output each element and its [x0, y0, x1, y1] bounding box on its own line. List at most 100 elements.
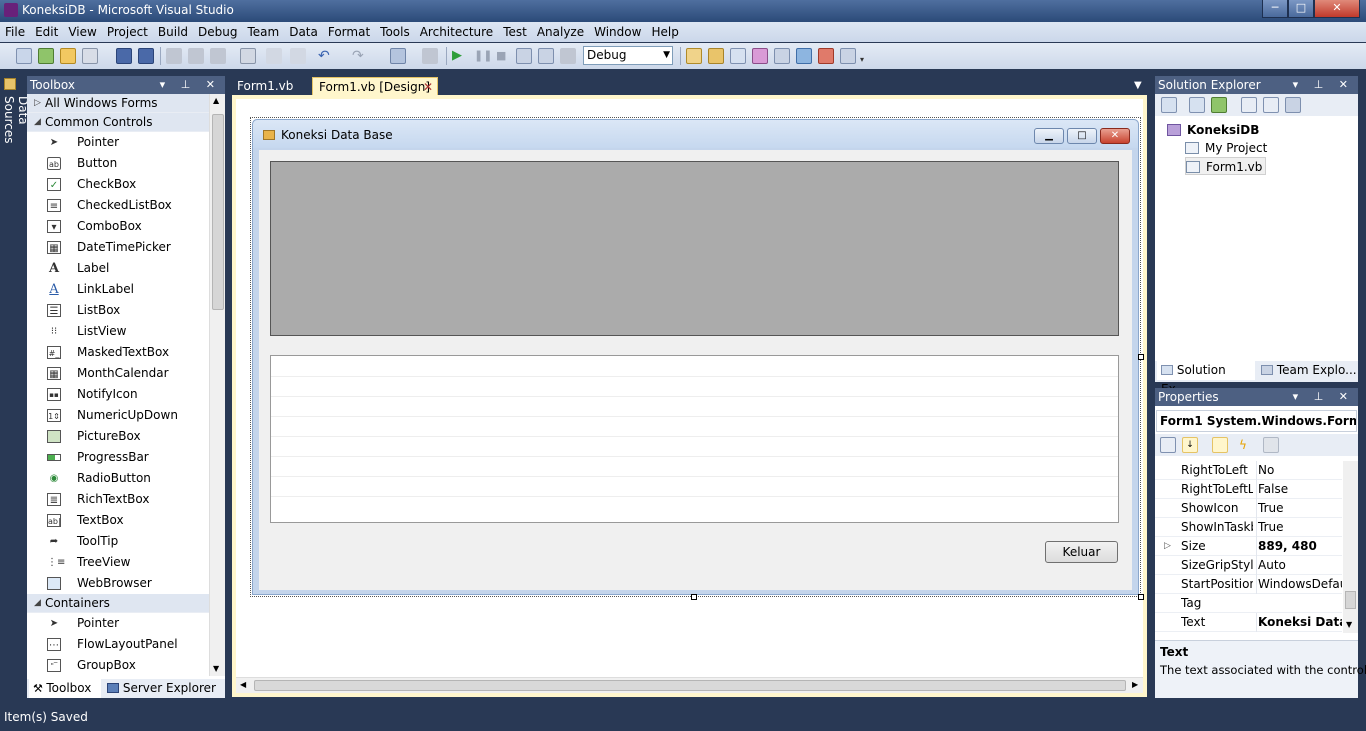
new-project-icon[interactable] — [16, 48, 32, 64]
comment-icon[interactable] — [266, 48, 282, 64]
property-row[interactable]: StartPositionWindowsDefault — [1155, 575, 1342, 594]
property-pages-icon[interactable] — [1263, 437, 1279, 453]
show-all-files-icon[interactable] — [1161, 97, 1177, 113]
property-row[interactable]: RightToLeftLaFalse — [1155, 480, 1342, 499]
find-icon[interactable] — [240, 48, 256, 64]
toolbox-item-progressbar[interactable]: ProgressBar — [27, 447, 225, 468]
stop-icon[interactable]: ■ — [496, 48, 512, 64]
tab-form1-design[interactable]: Form1.vb [Design] ✕ — [312, 77, 438, 95]
step-out-icon[interactable] — [560, 48, 576, 64]
menu-edit[interactable]: Edit — [30, 22, 63, 42]
copy-icon[interactable] — [188, 48, 204, 64]
keluar-button[interactable]: Keluar — [1045, 541, 1118, 563]
properties-object-select[interactable]: Form1 System.Windows.Forms.Fo — [1156, 410, 1357, 432]
panel-pin-close-icons[interactable]: ▾ ⊥ ✕ — [1293, 388, 1354, 406]
toolbox-item-flowlayoutpanel[interactable]: ⋯ FlowLayoutPanel — [27, 634, 225, 655]
tab-server-explorer[interactable]: Server Explorer — [105, 679, 225, 698]
panel-control[interactable] — [270, 161, 1119, 336]
menu-data[interactable]: Data — [284, 22, 323, 42]
toolbox-item-combobox[interactable]: ▾ ComboBox — [27, 216, 225, 237]
panel-pin-close-icons[interactable]: ▾ ⊥ ✕ — [1293, 76, 1354, 94]
scroll-left-icon[interactable]: ◀ — [240, 680, 246, 689]
undo-icon[interactable]: ↶ — [318, 48, 334, 64]
add-item-icon[interactable] — [38, 48, 54, 64]
toolbox-item-richtextbox[interactable]: ≣ RichTextBox — [27, 489, 225, 510]
toolbox-item-picturebox[interactable]: PictureBox — [27, 426, 225, 447]
properties-icon[interactable] — [1189, 97, 1205, 113]
step-into-icon[interactable] — [516, 48, 532, 64]
properties-window-icon[interactable] — [730, 48, 746, 64]
save-all-icon[interactable] — [138, 48, 154, 64]
toolbox-item-treeview[interactable]: ⋮≡ TreeView — [27, 552, 225, 573]
resize-handle-corner[interactable] — [1138, 594, 1144, 600]
toolbox-category-all[interactable]: ▷ All Windows Forms — [27, 94, 225, 113]
open-file-icon[interactable] — [60, 48, 76, 64]
toolbox-item-linklabel[interactable]: A LinkLabel — [27, 279, 225, 300]
toolbox-item-webbrowser[interactable]: WebBrowser — [27, 573, 225, 594]
toolbox-item-tooltip[interactable]: ➦ ToolTip — [27, 531, 225, 552]
toolbox-item-checkbox[interactable]: ✓ CheckBox — [27, 174, 225, 195]
solution-configuration-select[interactable]: Debug ▼ — [583, 46, 673, 65]
maximize-button[interactable]: □ — [1288, 0, 1314, 18]
toolbox-item-button[interactable]: ab Button — [27, 153, 225, 174]
extension-manager-icon[interactable] — [796, 48, 812, 64]
properties-scrollbar[interactable]: ▼ — [1343, 461, 1358, 633]
solution-explorer-icon[interactable] — [708, 48, 724, 64]
tab-form1-vb[interactable]: Form1.vb — [231, 77, 299, 95]
command-window-icon[interactable] — [840, 48, 856, 64]
events-icon[interactable]: ϟ — [1235, 437, 1251, 453]
tab-solution-explorer[interactable]: Solution Ex... — [1157, 361, 1255, 396]
menu-build[interactable]: Build — [153, 22, 193, 42]
toolbox-category-containers[interactable]: ◢ Containers — [27, 594, 225, 613]
scroll-down-icon[interactable]: ▼ — [213, 664, 219, 673]
start-page-icon[interactable] — [818, 48, 834, 64]
categorized-icon[interactable] — [1160, 437, 1176, 453]
property-row[interactable]: RightToLeft No — [1155, 461, 1342, 480]
cut-icon[interactable] — [166, 48, 182, 64]
toolbox-item-pointer[interactable]: ➤ Pointer — [27, 132, 225, 153]
scroll-down-icon[interactable]: ▼ — [1346, 620, 1352, 629]
scrollbar-thumb[interactable] — [212, 114, 224, 310]
designer-horizontal-scrollbar[interactable]: ◀ ▶ — [236, 677, 1143, 693]
save-icon[interactable] — [116, 48, 132, 64]
navigate-forward-icon[interactable] — [422, 48, 438, 64]
panel-pin-close-icons[interactable]: ▾ ⊥ ✕ — [160, 76, 221, 94]
menu-view[interactable]: View — [63, 22, 101, 42]
property-row[interactable]: SizeGripStyle Auto — [1155, 556, 1342, 575]
pause-icon[interactable]: ❚❚ — [474, 48, 492, 64]
menu-tools[interactable]: Tools — [375, 22, 415, 42]
toolbox-item-datetimepicker[interactable]: ▦ DateTimePicker — [27, 237, 225, 258]
menu-window[interactable]: Window — [589, 22, 646, 42]
tree-item-project-root[interactable]: KoneksiDB — [1167, 121, 1259, 139]
menu-help[interactable]: Help — [646, 22, 683, 42]
toolbox-item-groupbox[interactable]: "‾ GroupBox — [27, 655, 225, 676]
properties-view-icon[interactable] — [1212, 437, 1228, 453]
scroll-right-icon[interactable]: ▶ — [1132, 680, 1138, 689]
property-row[interactable]: Tag — [1155, 594, 1342, 613]
resize-handle-right[interactable] — [1138, 354, 1144, 360]
data-sources-tab[interactable]: Data Sources — [0, 74, 30, 174]
close-icon[interactable]: ✕ — [423, 78, 433, 96]
view-code-icon[interactable] — [1241, 97, 1257, 113]
view-designer-icon[interactable] — [1263, 97, 1279, 113]
step-over-icon[interactable] — [538, 48, 554, 64]
add-new-item-icon[interactable] — [82, 48, 98, 64]
scroll-up-icon[interactable]: ▲ — [213, 96, 219, 105]
class-diagram-icon[interactable] — [1285, 97, 1301, 113]
close-button[interactable]: ✕ — [1314, 0, 1360, 18]
alphabetical-icon[interactable]: ↓ — [1182, 437, 1198, 453]
toolbox-category-common[interactable]: ◢ Common Controls — [27, 113, 225, 132]
toolbox-item-label[interactable]: A Label — [27, 258, 225, 279]
scrollbar-thumb[interactable] — [1345, 591, 1356, 609]
property-row[interactable]: ▷ Size 889, 480 — [1155, 537, 1342, 556]
toolbox-item-textbox[interactable]: ab| TextBox — [27, 510, 225, 531]
menu-file[interactable]: File — [0, 22, 30, 42]
menu-project[interactable]: Project — [102, 22, 153, 42]
navigate-backward-icon[interactable] — [390, 48, 406, 64]
toolbox-item-numericupdown[interactable]: 1⇕ NumericUpDown — [27, 405, 225, 426]
toolbox-item-checkedlistbox[interactable]: ≡ CheckedListBox — [27, 195, 225, 216]
find-in-files-icon[interactable] — [686, 48, 702, 64]
property-row[interactable]: ShowIcon True — [1155, 499, 1342, 518]
start-debugging-icon[interactable]: ▶ — [452, 48, 468, 64]
object-browser-icon[interactable] — [752, 48, 768, 64]
